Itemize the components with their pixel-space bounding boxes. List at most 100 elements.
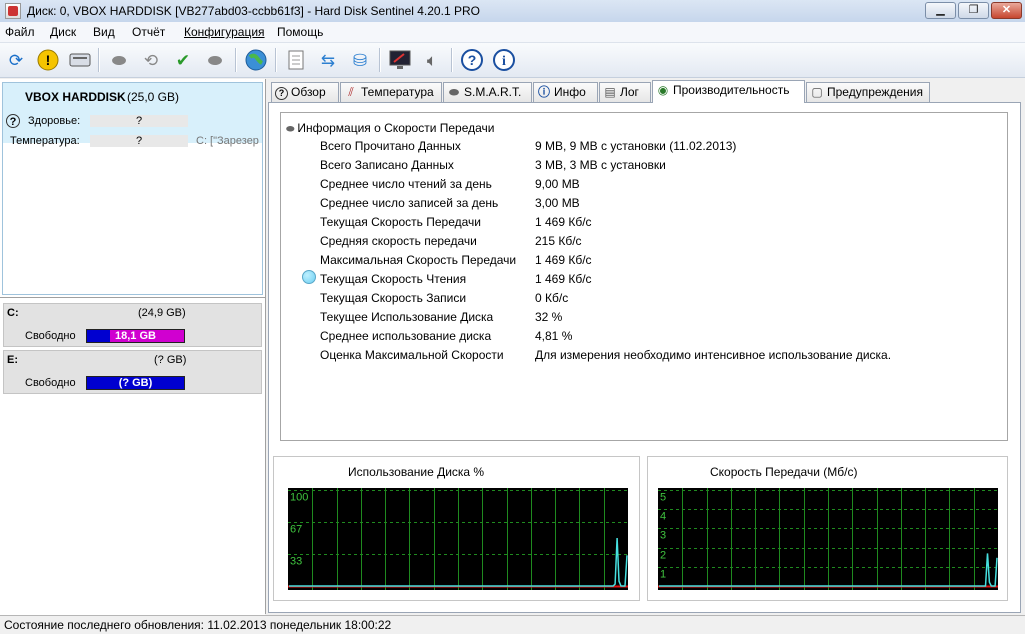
- volume-letter: C:: [7, 307, 19, 319]
- tab-warnings[interactable]: ▢ Предупреждения: [806, 82, 930, 102]
- tab-temperature[interactable]: ⫽ Температура: [340, 82, 442, 102]
- metric-value: 0 Кб/с: [535, 291, 569, 305]
- tick-label: 67: [290, 524, 302, 536]
- app-icon: [5, 3, 21, 19]
- health-label: Здоровье:: [28, 115, 81, 127]
- help-icon[interactable]: ?: [459, 47, 485, 73]
- metric-value: 1 469 Кб/с: [535, 272, 592, 286]
- metric-label: Среднее использование диска: [320, 329, 492, 343]
- menu-help[interactable]: Помощь: [277, 25, 323, 39]
- tab-overview[interactable]: ? Обзор: [271, 82, 339, 102]
- monitor-icon[interactable]: [387, 47, 413, 73]
- tab-label: Температура: [361, 85, 434, 99]
- drive-icon[interactable]: [67, 47, 93, 73]
- metric-label: Всего Прочитано Данных: [320, 139, 461, 153]
- metric-label: Текущая Скорость Передачи: [320, 215, 481, 229]
- volume-free-value: (? GB): [118, 377, 153, 389]
- volume-free-value: 18,1 GB: [115, 330, 156, 342]
- volume-size: (? GB): [154, 354, 187, 366]
- tab-label: S.M.A.R.T.: [464, 85, 522, 99]
- transfer-speed-chart-box: Скорость Передачи (Мб/с) 5 4 3 2 1: [647, 456, 1008, 601]
- tab-info[interactable]: ⓘ Инфо: [533, 82, 598, 102]
- metric-value: 215 Кб/с: [535, 234, 582, 248]
- metric-value: 3 MB, 3 MB с установки: [535, 158, 666, 172]
- metric-value: 3,00 MB: [535, 196, 580, 210]
- globe-icon[interactable]: [243, 47, 269, 73]
- tick-label: 3: [660, 530, 666, 542]
- disk-list-panel: VBOX HARDDISK (25,0 GB) ? Здоровье: ? Те…: [0, 79, 266, 615]
- menu-view[interactable]: Вид: [93, 25, 115, 39]
- tick-label: 33: [290, 556, 302, 568]
- menu-report[interactable]: Отчёт: [132, 25, 165, 39]
- volume-free-label: Свободно: [25, 377, 76, 389]
- minimize-button[interactable]: ▁: [925, 2, 956, 19]
- warning-icon[interactable]: !: [35, 47, 61, 73]
- drive-refresh-icon[interactable]: ⟲: [138, 47, 164, 73]
- menu-file[interactable]: Файл: [5, 25, 35, 39]
- tab-label: Предупреждения: [827, 85, 923, 99]
- disk-size: (25,0 GB): [127, 90, 180, 104]
- menu-configuration[interactable]: Конфигурация: [184, 25, 265, 39]
- usb-drive-icon[interactable]: ⬬: [106, 47, 132, 73]
- disk-usage-chart-box: Использование Диска % 100 67 33: [273, 456, 640, 601]
- smart-icon: ⬬: [448, 85, 460, 99]
- network-icon[interactable]: ⛁: [347, 47, 373, 73]
- metric-value: 32 %: [535, 310, 563, 324]
- section-title: ⬬ Информация о Скорости Передачи: [286, 121, 495, 135]
- metric-label: Среднее число записей за день: [320, 196, 499, 210]
- info-icon: ⓘ: [537, 85, 550, 99]
- svg-text:i: i: [502, 54, 506, 69]
- help-icon: ?: [275, 87, 288, 100]
- metric-label: Всего Записано Данных: [320, 158, 454, 172]
- section-title-text: Информация о Скорости Передачи: [297, 121, 495, 135]
- drive-check-icon[interactable]: ✔: [170, 47, 196, 73]
- disk-entry[interactable]: VBOX HARDDISK (25,0 GB) ? Здоровье: ? Те…: [2, 82, 263, 295]
- metric-value: 1 469 Кб/с: [535, 215, 592, 229]
- chart-title: Скорость Передачи (Мб/с): [710, 465, 858, 479]
- tab-log[interactable]: ▤ Лог: [599, 82, 651, 102]
- volume-c[interactable]: C: (24,9 GB) Свободно 18,1 GB: [3, 303, 262, 347]
- disk-entry-header: VBOX HARDDISK (25,0 GB) ? Здоровье: ? Те…: [3, 83, 262, 147]
- gauge-icon: ◉: [657, 83, 669, 97]
- window-title: Диск: 0, VBOX HARDDISK [VB277abd03-ccbb6…: [27, 4, 480, 18]
- sync-icon[interactable]: ⇆: [315, 47, 341, 73]
- tab-strip: ? Обзор ⫽ Температура ⬬ S.M.A.R.T. ⓘ Инфо ▤ Л…: [268, 80, 1025, 103]
- metric-label: Текущая Скорость Чтения: [320, 272, 467, 286]
- close-button[interactable]: ✕: [991, 2, 1022, 19]
- tab-label: Лог: [620, 85, 639, 99]
- tick-label: 4: [660, 511, 666, 523]
- volume-free-label: Свободно: [25, 330, 76, 342]
- disk-usage-chart: 100 67 33: [288, 488, 628, 590]
- tab-performance[interactable]: ◉ Производительность: [652, 80, 805, 103]
- title-bar[interactable]: Диск: 0, VBOX HARDDISK [VB277abd03-ccbb6…: [0, 0, 1025, 23]
- temperature-label: Температура:: [10, 135, 80, 147]
- volume-free-bar: (? GB): [86, 376, 185, 390]
- tab-label: Производительность: [673, 83, 790, 97]
- alerts-icon: ▢: [811, 85, 823, 99]
- report-icon[interactable]: [283, 47, 309, 73]
- toolbar-separator: [451, 48, 453, 72]
- status-text: Состояние последнего обновления: 11.02.2…: [4, 618, 392, 632]
- maximize-button[interactable]: ❐: [958, 2, 989, 19]
- svg-text:?: ?: [468, 52, 477, 68]
- volume-e[interactable]: E: (? GB) Свободно (? GB): [3, 350, 262, 394]
- usb-settings-icon[interactable]: ⬬: [202, 47, 228, 73]
- tab-smart[interactable]: ⬬ S.M.A.R.T.: [443, 82, 532, 102]
- metric-value: 9,00 MB: [535, 177, 580, 191]
- toolbar-separator: [235, 48, 237, 72]
- metric-label: Текущее Использование Диска: [320, 310, 494, 324]
- metric-label: Средняя скорость передачи: [320, 234, 477, 248]
- refresh-icon[interactable]: ⟳: [3, 47, 29, 73]
- svg-text:!: !: [46, 52, 51, 68]
- tick-label: 5: [660, 492, 666, 504]
- metric-value: Для измерения необходимо интенсивное исп…: [535, 348, 892, 362]
- menu-disk[interactable]: Диск: [50, 25, 76, 39]
- speaker-icon[interactable]: 🔈︎: [419, 47, 445, 73]
- read-speed-indicator: [302, 270, 316, 284]
- log-icon: ▤: [604, 85, 616, 99]
- toolbar-separator: [379, 48, 381, 72]
- temperature-value: ?: [90, 135, 188, 147]
- info-icon[interactable]: i: [491, 47, 517, 73]
- metric-label: Среднее число чтений за день: [320, 177, 492, 191]
- metric-label: Максимальная Скорость Передачи: [320, 253, 517, 267]
